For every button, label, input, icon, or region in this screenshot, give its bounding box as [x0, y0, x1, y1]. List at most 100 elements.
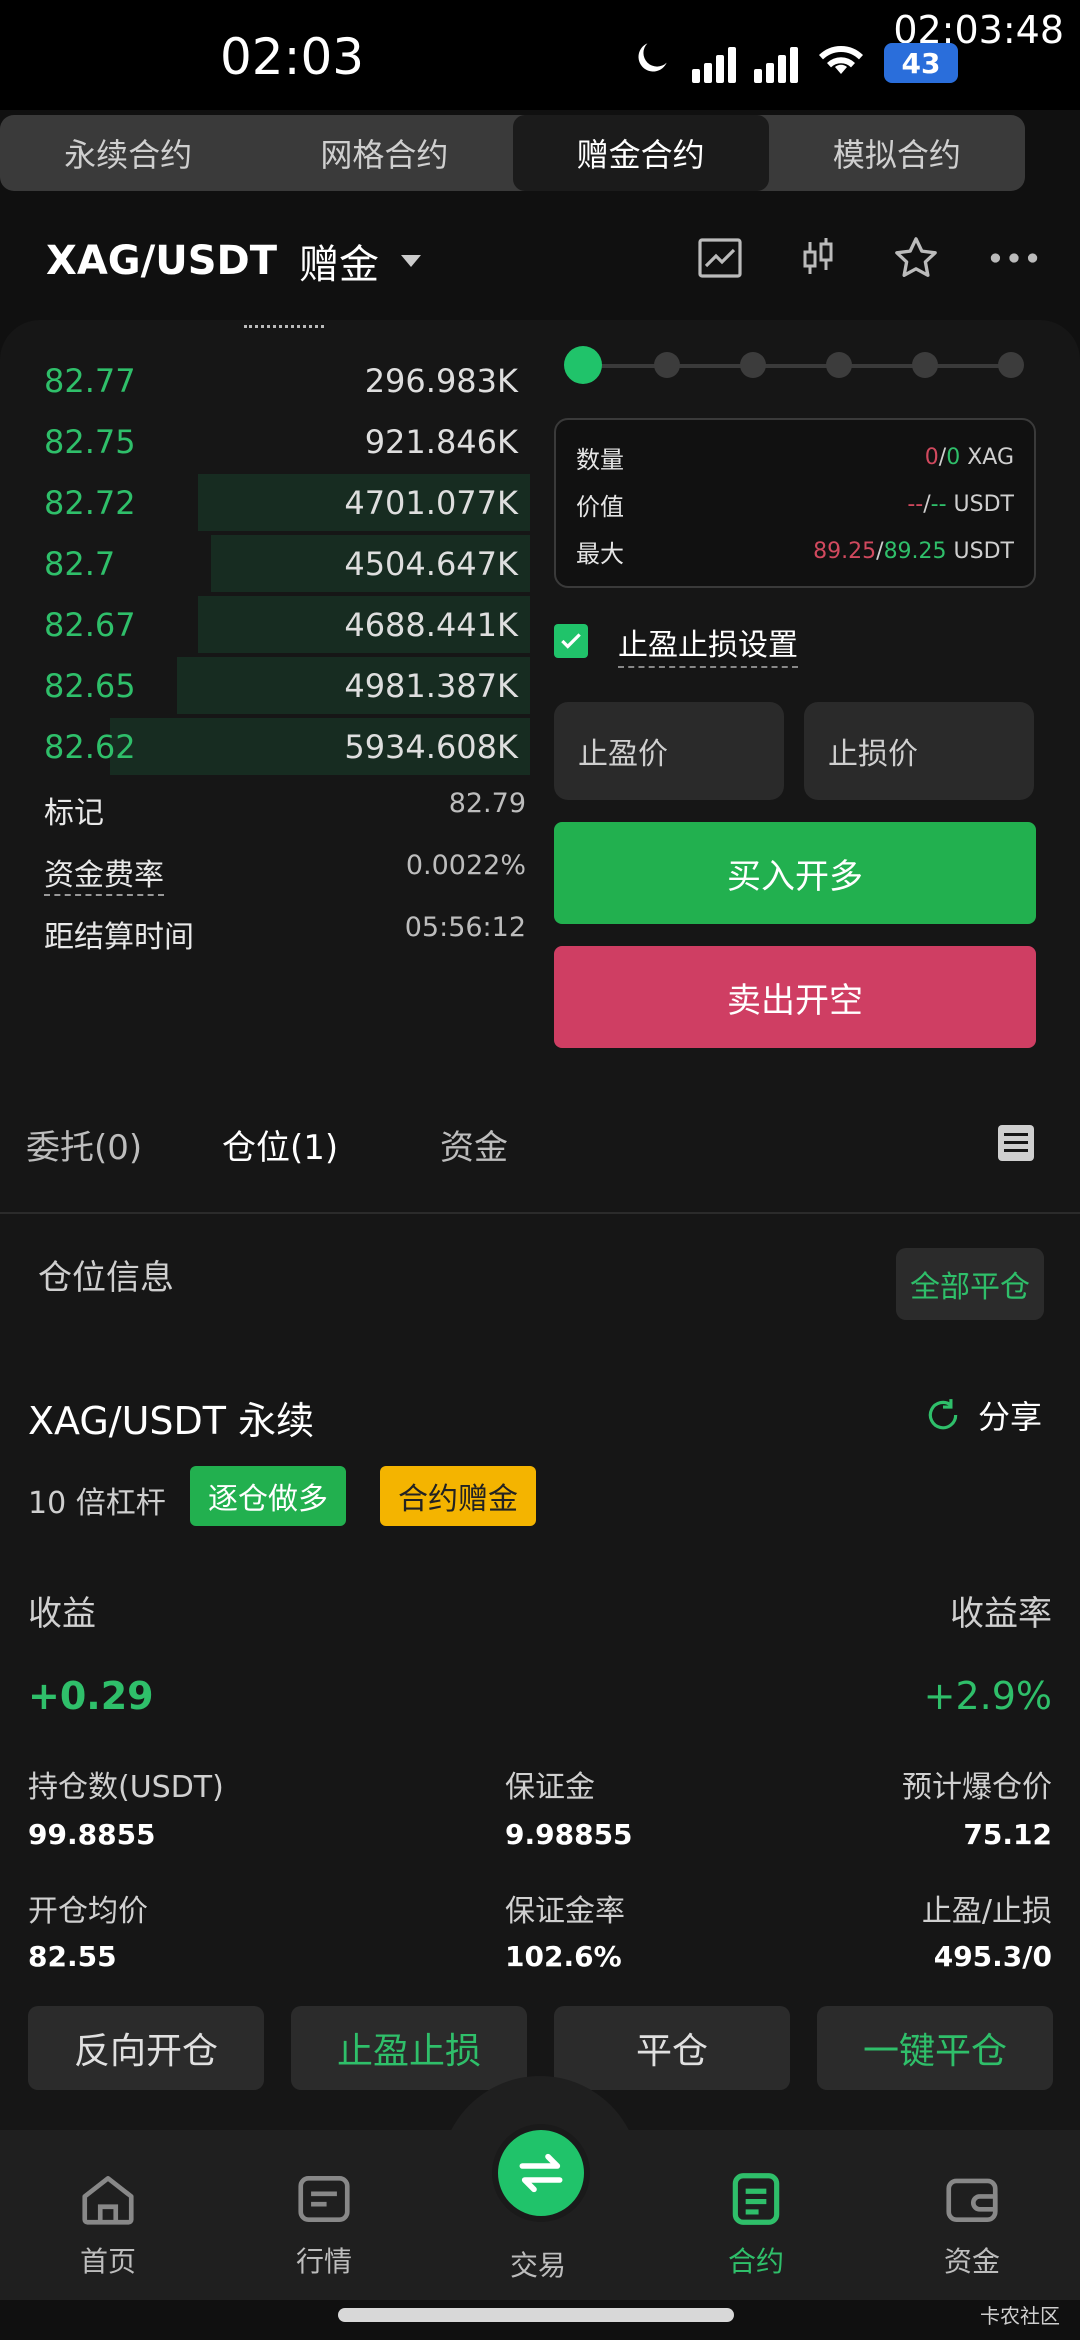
book-row[interactable]: 82.65 4981.387K [0, 655, 530, 716]
book-qty: 5934.608K [344, 727, 518, 766]
mark-label: 标记 [44, 796, 104, 831]
status-time: 02:03 [220, 28, 365, 86]
book-qty: 4504.647K [344, 544, 518, 583]
margin-rate-label: 保证金率 [505, 1894, 625, 1929]
header-actions [694, 232, 1040, 284]
close-position-button[interactable]: 平仓 [554, 2006, 790, 2090]
contract-icon [732, 2173, 780, 2225]
market-icon [298, 2176, 350, 2222]
tpsl-button[interactable]: 止盈止损 [291, 2006, 527, 2090]
book-price: 82.77 [44, 361, 136, 400]
side-badge: 逐仓做多 [190, 1466, 346, 1526]
order-summary[interactable]: 数量 0/0 XAG 价值 --/-- USDT 最大 89.25/89.25 … [554, 418, 1036, 588]
stop-loss-input[interactable]: 止损价 [804, 702, 1034, 800]
book-row[interactable]: 82.77 296.983K [0, 350, 530, 411]
one-click-close-button[interactable]: 一键平仓 [817, 2006, 1053, 2090]
funding-label: 资金费率 [44, 850, 164, 896]
leverage-label: 10 倍杠杆 [28, 1486, 166, 1521]
more-icon[interactable] [988, 232, 1040, 284]
book-price: 82.67 [44, 605, 136, 644]
chart-icon[interactable] [694, 232, 746, 284]
tab-bonus[interactable]: 赠金合约 [512, 115, 769, 191]
home-indicator[interactable] [338, 2308, 734, 2322]
value-unit: USDT [953, 492, 1014, 517]
settle-label: 距结算时间 [44, 920, 194, 955]
share-label: 分享 [977, 1398, 1042, 1436]
contract-type-tabs: 永续合约 网格合约 赠金合约 模拟合约 [0, 115, 1025, 191]
max-unit: USDT [953, 539, 1014, 564]
sell-short-button[interactable]: 卖出开空 [554, 946, 1036, 1048]
margin-value: 9.98855 [505, 1818, 633, 1851]
qty-row: 数量 0/0 XAG [576, 434, 1014, 481]
value-label: 价值 [576, 493, 624, 521]
tab-grid[interactable]: 网格合约 [256, 115, 512, 191]
max-label: 最大 [576, 540, 624, 568]
swap-icon [519, 2153, 563, 2193]
slider-step[interactable] [826, 352, 852, 378]
slider-step[interactable] [912, 352, 938, 378]
close-all-button[interactable]: 全部平仓 [896, 1248, 1044, 1320]
tpsl-setting-label[interactable]: 止盈止损设置 [618, 620, 798, 668]
book-separator [244, 325, 324, 328]
status-icons: 43 [630, 36, 958, 90]
value-row: 价值 --/-- USDT [576, 481, 1014, 528]
tab-perpetual[interactable]: 永续合约 [0, 115, 256, 191]
take-profit-input[interactable]: 止盈价 [554, 702, 784, 800]
slider-step[interactable] [998, 352, 1024, 378]
nav-contract-label: 合约 [727, 2245, 784, 2278]
nav-home[interactable]: 首页 [18, 2168, 198, 2280]
funding-value: 0.0022% [405, 850, 526, 881]
nav-market[interactable]: 行情 [234, 2168, 414, 2280]
book-row[interactable]: 82.62 5934.608K [0, 716, 530, 777]
slider-step[interactable] [654, 352, 680, 378]
nav-market-label: 行情 [295, 2245, 352, 2278]
size-label: 持仓数(USDT) [28, 1770, 224, 1805]
tab-positions[interactable]: 仓位(1) [222, 1120, 338, 1169]
nav-contract[interactable]: 合约 [666, 2168, 846, 2280]
liq-label: 预计爆仓价 [902, 1770, 1052, 1805]
tpsl-checkbox[interactable] [554, 624, 588, 658]
book-row[interactable]: 82.75 921.846K [0, 411, 530, 472]
value-a: -- [907, 492, 924, 517]
pair-selector[interactable]: XAG/USDT 赠金 [46, 232, 422, 290]
tab-assets[interactable]: 资金 [440, 1120, 508, 1169]
book-row[interactable]: 82.67 4688.441K [0, 594, 530, 655]
star-icon[interactable] [890, 232, 942, 284]
slider-step[interactable] [740, 352, 766, 378]
book-price: 82.7 [44, 544, 116, 583]
book-price: 82.72 [44, 483, 136, 522]
book-row[interactable]: 82.72 4701.077K [0, 472, 530, 533]
list-icon[interactable] [998, 1125, 1034, 1161]
nav-home-label: 首页 [79, 2245, 136, 2278]
nav-trade[interactable] [492, 2124, 590, 2222]
book-qty: 4981.387K [344, 666, 518, 705]
settle-value: 05:56:12 [404, 912, 526, 943]
tab-orders[interactable]: 委托(0) [26, 1120, 142, 1169]
qty-unit: XAG [967, 445, 1014, 470]
book-price: 82.65 [44, 666, 136, 705]
order-book: 82.77 296.983K 82.75 921.846K 82.72 4701.07… [0, 350, 530, 777]
buy-long-button[interactable]: 买入开多 [554, 822, 1036, 924]
wallet-icon [946, 2178, 998, 2222]
tpsl-value: 495.3/0 [933, 1940, 1052, 1973]
refresh-icon [928, 1399, 958, 1430]
share-button[interactable]: 分享 [924, 1392, 1042, 1438]
position-title: XAG/USDT 永续 [28, 1399, 315, 1443]
book-qty: 4701.077K [344, 483, 518, 522]
reverse-position-button[interactable]: 反向开仓 [28, 2006, 264, 2090]
pnl-value: +0.29 [28, 1674, 154, 1718]
nav-wallet[interactable]: 资金 [882, 2168, 1062, 2280]
slider-handle[interactable] [564, 346, 602, 384]
funding-rate-row[interactable]: 资金费率 0.0022% [44, 850, 526, 896]
qty-a: 0 [924, 445, 939, 470]
candlestick-icon[interactable] [792, 232, 844, 284]
margin-label: 保证金 [505, 1770, 595, 1805]
amount-slider[interactable] [564, 346, 1024, 384]
tab-simulated[interactable]: 模拟合约 [769, 115, 1025, 191]
book-row[interactable]: 82.7 4504.647K [0, 533, 530, 594]
caret-down-icon [401, 255, 422, 267]
liq-value: 75.12 [963, 1818, 1052, 1851]
mark-price-row: 标记 82.79 [44, 788, 526, 832]
settlement-row: 距结算时间 05:56:12 [44, 912, 526, 956]
book-price: 82.62 [44, 727, 136, 766]
